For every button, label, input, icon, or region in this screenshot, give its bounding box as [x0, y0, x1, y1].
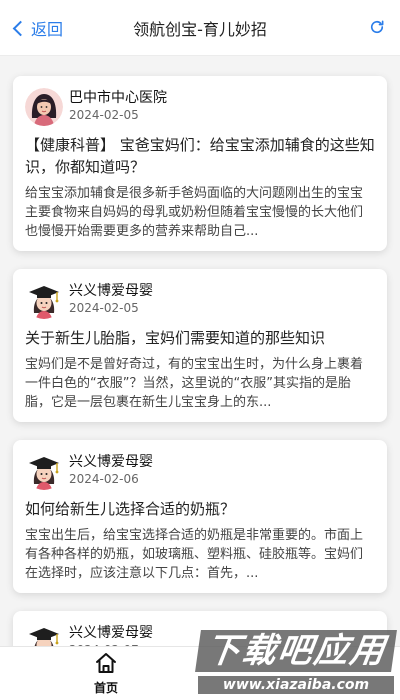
graduate-avatar-icon	[25, 452, 63, 490]
chevron-left-icon	[12, 20, 29, 36]
watermark-url: www.xiazaiba.com	[198, 676, 394, 694]
author-name: 兴义博爱母婴	[69, 625, 153, 641]
article-feed[interactable]: 巴中市中心医院 2024-02-05 【健康科普】 宝爸宝妈们：给宝宝添加辅食的…	[0, 56, 400, 646]
article-card[interactable]: 兴义博爱母婴 2024-02-06 如何给新生儿选择合适的奶瓶？ 宝宝出生后，给…	[13, 440, 387, 593]
author-meta: 兴义博爱母婴 2024-02-07	[69, 623, 153, 646]
author-meta: 兴义博爱母婴 2024-02-05	[69, 281, 153, 316]
author-meta: 巴中市中心医院 2024-02-05	[69, 88, 167, 123]
woman-avatar-icon	[25, 88, 63, 126]
nav-home[interactable]: 首页	[80, 651, 132, 697]
refresh-icon[interactable]	[368, 18, 386, 36]
article-card[interactable]: 兴义博爱母婴 2024-02-05 关于新生儿胎脂，宝妈们需要知道的那些知识 宝…	[13, 269, 387, 422]
publish-date: 2024-02-06	[69, 472, 139, 486]
article-title[interactable]: 如何给新生儿选择合适的奶瓶？	[25, 498, 375, 520]
author-row: 兴义博爱母婴 2024-02-06	[25, 452, 375, 490]
article-title[interactable]: 关于新生儿胎脂，宝妈们需要知道的那些知识	[25, 327, 375, 349]
author-meta: 兴义博爱母婴 2024-02-06	[69, 452, 153, 487]
article-card[interactable]: 巴中市中心医院 2024-02-05 【健康科普】 宝爸宝妈们：给宝宝添加辅食的…	[13, 76, 387, 251]
article-title[interactable]: 【健康科普】 宝爸宝妈们：给宝宝添加辅食的这些知识，你都知道吗？	[25, 134, 375, 178]
page-title: 领航创宝-育儿妙招	[133, 19, 267, 39]
back-label: 返回	[31, 20, 64, 39]
graduate-avatar-icon	[25, 281, 63, 319]
top-bar: 返回 领航创宝-育儿妙招	[0, 0, 400, 56]
article-summary: 宝宝出生后，给宝宝选择合适的奶瓶是非常重要的。市面上有各种各样的奶瓶，如玻璃瓶、…	[25, 528, 364, 581]
back-button[interactable]: 返回	[10, 16, 63, 40]
nav-home-label: 首页	[93, 681, 118, 695]
author-row: 兴义博爱母婴 2024-02-05	[25, 281, 375, 319]
author-row: 巴中市中心医院 2024-02-05	[25, 88, 375, 126]
graduate-avatar-icon	[25, 623, 63, 646]
watermark-logo: 下载吧应用	[195, 630, 397, 672]
home-icon	[96, 653, 116, 673]
publish-date: 2024-02-05	[69, 301, 139, 315]
author-name: 兴义博爱母婴	[69, 454, 153, 470]
author-name: 兴义博爱母婴	[69, 283, 153, 299]
publish-date: 2024-02-05	[69, 108, 139, 122]
article-summary: 宝妈们是不是曾好奇过，有的宝宝出生时，为什么身上裹着一件白色的“衣服”？当然，这…	[25, 357, 364, 410]
article-summary: 给宝宝添加辅食是很多新手爸妈面临的大问题刚出生的宝宝主要食物来自妈妈的母乳或奶粉…	[25, 186, 364, 239]
author-name: 巴中市中心医院	[69, 90, 167, 106]
watermark: 下载吧应用 www.xiazaiba.com	[195, 630, 397, 696]
